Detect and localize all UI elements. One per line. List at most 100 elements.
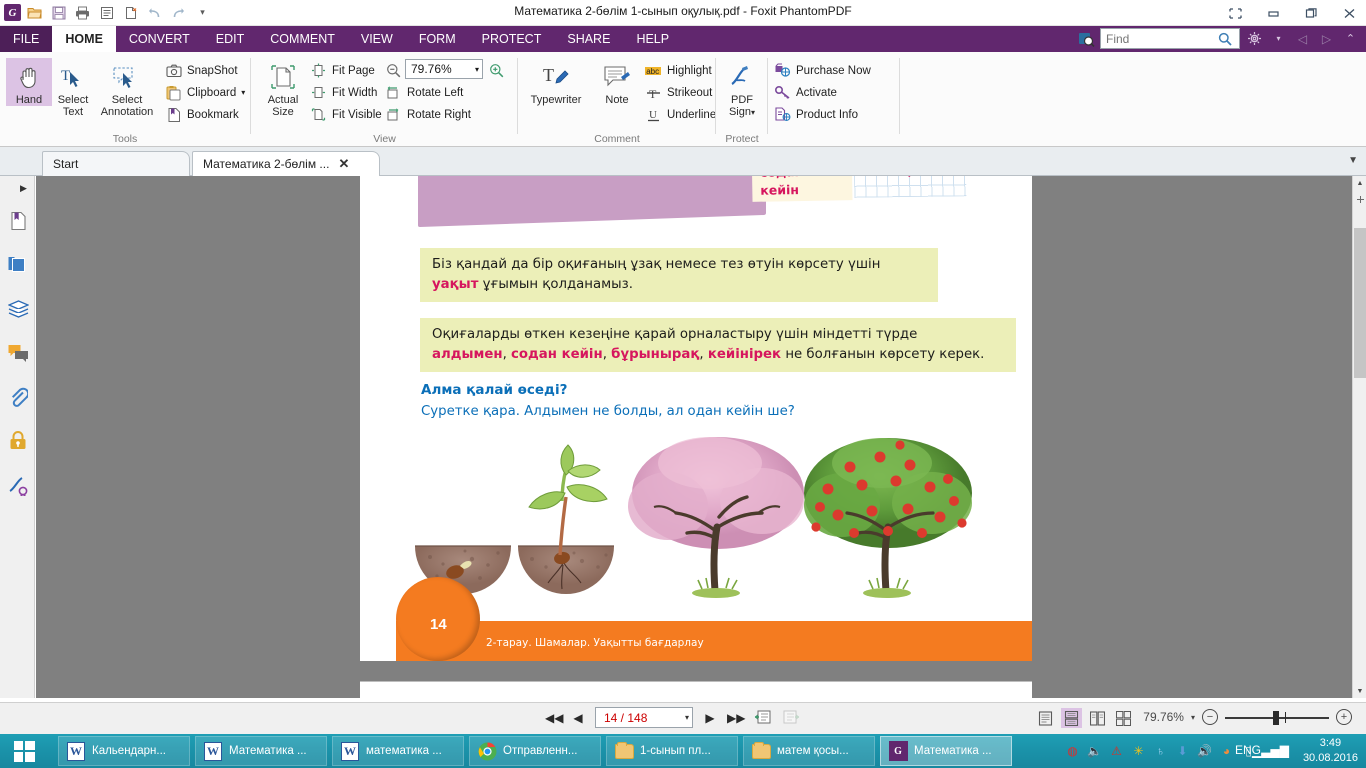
menu-item-share[interactable]: SHARE bbox=[554, 26, 623, 52]
scroll-down-icon[interactable]: ▼ bbox=[1353, 684, 1366, 698]
search-input[interactable] bbox=[1106, 31, 1218, 46]
menu-item-file[interactable]: FILE bbox=[0, 26, 53, 52]
fit-width-button[interactable]: Fit Width bbox=[310, 82, 377, 103]
tab-document[interactable]: Математика 2-бөлім ... ✕ bbox=[192, 151, 380, 176]
sidebar-item-signatures[interactable] bbox=[7, 474, 29, 496]
previous-page-icon[interactable]: ◀ bbox=[570, 711, 586, 725]
minimize-icon[interactable] bbox=[1262, 3, 1284, 23]
ribbon-toggle-icon[interactable] bbox=[1224, 3, 1246, 23]
speaker-icon[interactable]: 🔊 bbox=[1197, 744, 1212, 759]
rotate-left-button[interactable]: Rotate Left bbox=[385, 82, 463, 103]
fit-page-button[interactable]: Fit Page bbox=[310, 60, 375, 81]
sidebar-item-layers[interactable] bbox=[7, 298, 29, 320]
facing-mode-button[interactable] bbox=[1087, 708, 1108, 728]
next-view-icon[interactable] bbox=[781, 708, 801, 728]
menu-item-help[interactable]: HELP bbox=[623, 26, 682, 52]
start-button[interactable] bbox=[0, 734, 48, 768]
select-text-button[interactable]: T Select Text bbox=[50, 58, 96, 118]
rotate-right-button[interactable]: Rotate Right bbox=[385, 104, 471, 125]
expand-sidebar-icon[interactable]: ▶ bbox=[20, 183, 27, 194]
select-annotation-button[interactable]: Select Annotation bbox=[96, 58, 158, 118]
pdf-sign-button[interactable]: PDF Sign▾ bbox=[719, 58, 765, 119]
forward-icon[interactable]: ▷ bbox=[1317, 29, 1336, 49]
actual-size-button[interactable]: Actual Size bbox=[260, 58, 306, 118]
zoom-slider-handle[interactable] bbox=[1273, 711, 1279, 725]
pdf-sign-dropdown-icon[interactable]: ▾ bbox=[751, 108, 755, 117]
tab-start[interactable]: Start bbox=[42, 151, 190, 176]
sidebar-item-bookmarks[interactable] bbox=[7, 210, 29, 232]
tab-close-icon[interactable]: ✕ bbox=[338, 156, 349, 172]
previous-view-icon[interactable] bbox=[752, 708, 772, 728]
menu-item-home[interactable]: HOME bbox=[52, 26, 116, 52]
zoom-out-button-status[interactable]: − bbox=[1202, 709, 1218, 725]
scroll-split-icon[interactable] bbox=[1357, 190, 1364, 203]
next-page-icon[interactable]: ▶ bbox=[702, 711, 718, 725]
close-icon[interactable] bbox=[1338, 3, 1360, 23]
zoom-dropdown-icon[interactable]: ▾ bbox=[475, 65, 479, 74]
back-icon[interactable]: ◁ bbox=[1293, 29, 1312, 49]
update-icon[interactable]: ⬇ bbox=[1175, 744, 1190, 759]
menu-item-protect[interactable]: PROTECT bbox=[469, 26, 555, 52]
taskbar-item-word-3[interactable]: W математика ... bbox=[332, 736, 464, 766]
menu-item-form[interactable]: FORM bbox=[406, 26, 469, 52]
page-number-combobox[interactable]: 14 / 148 ▾ bbox=[595, 707, 693, 728]
zoom-in-button-status[interactable]: + bbox=[1336, 709, 1352, 725]
single-page-mode-button[interactable] bbox=[1035, 708, 1056, 728]
action-center-warning-icon[interactable]: ⚠ bbox=[1109, 744, 1124, 759]
note-button[interactable]: Note bbox=[593, 58, 641, 106]
antivirus-icon[interactable]: ✳ bbox=[1131, 744, 1146, 759]
network-signal-icon[interactable]: ▁▃▅▇ bbox=[1252, 744, 1289, 759]
continuous-facing-mode-button[interactable] bbox=[1113, 708, 1134, 728]
settings-gear-icon[interactable] bbox=[1245, 29, 1264, 49]
typewriter-button[interactable]: T Typewriter bbox=[523, 58, 589, 106]
snapshot-button[interactable]: SnapShot bbox=[165, 60, 238, 81]
hand-tool-button[interactable]: Hand bbox=[6, 58, 52, 106]
strikeout-button[interactable]: T Strikeout bbox=[645, 82, 712, 103]
find-box[interactable] bbox=[1100, 28, 1240, 49]
highlight-button[interactable]: abc Highlight bbox=[645, 60, 712, 81]
search-document-icon[interactable] bbox=[1077, 30, 1095, 48]
zoom-out-button[interactable] bbox=[385, 60, 402, 81]
language-indicator[interactable]: ENG bbox=[1235, 743, 1261, 757]
tab-list-dropdown-icon[interactable]: ▼ bbox=[1348, 155, 1358, 166]
clipboard-dropdown-icon[interactable]: ▾ bbox=[241, 88, 245, 97]
taskbar-item-word-1[interactable]: W Кальендарн... bbox=[58, 736, 190, 766]
zoom-in-button[interactable] bbox=[488, 60, 505, 81]
menu-item-edit[interactable]: EDIT bbox=[203, 26, 257, 52]
taskbar-item-word-2[interactable]: W Математика ... bbox=[195, 736, 327, 766]
weather-icon[interactable]: ◕ bbox=[1219, 744, 1234, 759]
sidebar-item-pages[interactable] bbox=[7, 254, 29, 276]
clock[interactable]: 3:49 30.08.2016 bbox=[1303, 736, 1358, 766]
taskbar-item-chrome[interactable]: Отправленн... bbox=[469, 736, 601, 766]
taskbar-item-foxit[interactable]: G Математика ... bbox=[880, 736, 1012, 766]
fit-visible-button[interactable]: Fit Visible bbox=[310, 104, 382, 125]
purchase-now-button[interactable]: Purchase Now bbox=[774, 60, 871, 81]
zoom-preset-dropdown-icon[interactable]: ▾ bbox=[1191, 713, 1195, 722]
continuous-mode-button[interactable] bbox=[1061, 708, 1082, 728]
menu-item-convert[interactable]: CONVERT bbox=[116, 26, 203, 52]
sidebar-item-comments[interactable] bbox=[7, 342, 29, 364]
product-info-button[interactable]: Product Info bbox=[774, 104, 858, 125]
settings-dropdown-icon[interactable]: ▾ bbox=[1269, 29, 1288, 49]
bookmark-button[interactable]: Bookmark bbox=[165, 104, 239, 125]
volume-muted-icon[interactable]: 🔈 bbox=[1087, 744, 1102, 759]
sidebar-item-security[interactable] bbox=[7, 430, 29, 452]
activate-button[interactable]: Activate bbox=[774, 82, 837, 103]
underline-button[interactable]: U Underline bbox=[645, 104, 716, 125]
scroll-up-icon[interactable]: ▲ bbox=[1353, 176, 1366, 190]
page-number-dropdown-icon[interactable]: ▾ bbox=[685, 713, 689, 722]
maximize-icon[interactable] bbox=[1300, 3, 1322, 23]
sidebar-item-attachments[interactable] bbox=[7, 386, 29, 408]
scroll-thumb[interactable] bbox=[1354, 228, 1366, 378]
zoom-level-combobox[interactable]: 79.76% ▾ bbox=[405, 59, 483, 79]
collapse-ribbon-icon[interactable]: ⌃ bbox=[1341, 29, 1360, 49]
zoom-slider[interactable] bbox=[1225, 708, 1329, 726]
clipboard-button[interactable]: Clipboard ▾ bbox=[165, 82, 245, 103]
opera-icon[interactable]: ◍ bbox=[1065, 744, 1080, 759]
first-page-icon[interactable]: ◀◀ bbox=[545, 711, 563, 725]
document-scrollbar-vertical[interactable]: ▲ ▼ bbox=[1352, 176, 1366, 698]
menu-item-comment[interactable]: COMMENT bbox=[257, 26, 348, 52]
menu-item-view[interactable]: VIEW bbox=[348, 26, 406, 52]
satellite-icon[interactable]: ♄ bbox=[1153, 744, 1168, 759]
document-viewport[interactable]: алдымен содан кейін түн Біз қандай да бі… bbox=[36, 176, 1352, 698]
